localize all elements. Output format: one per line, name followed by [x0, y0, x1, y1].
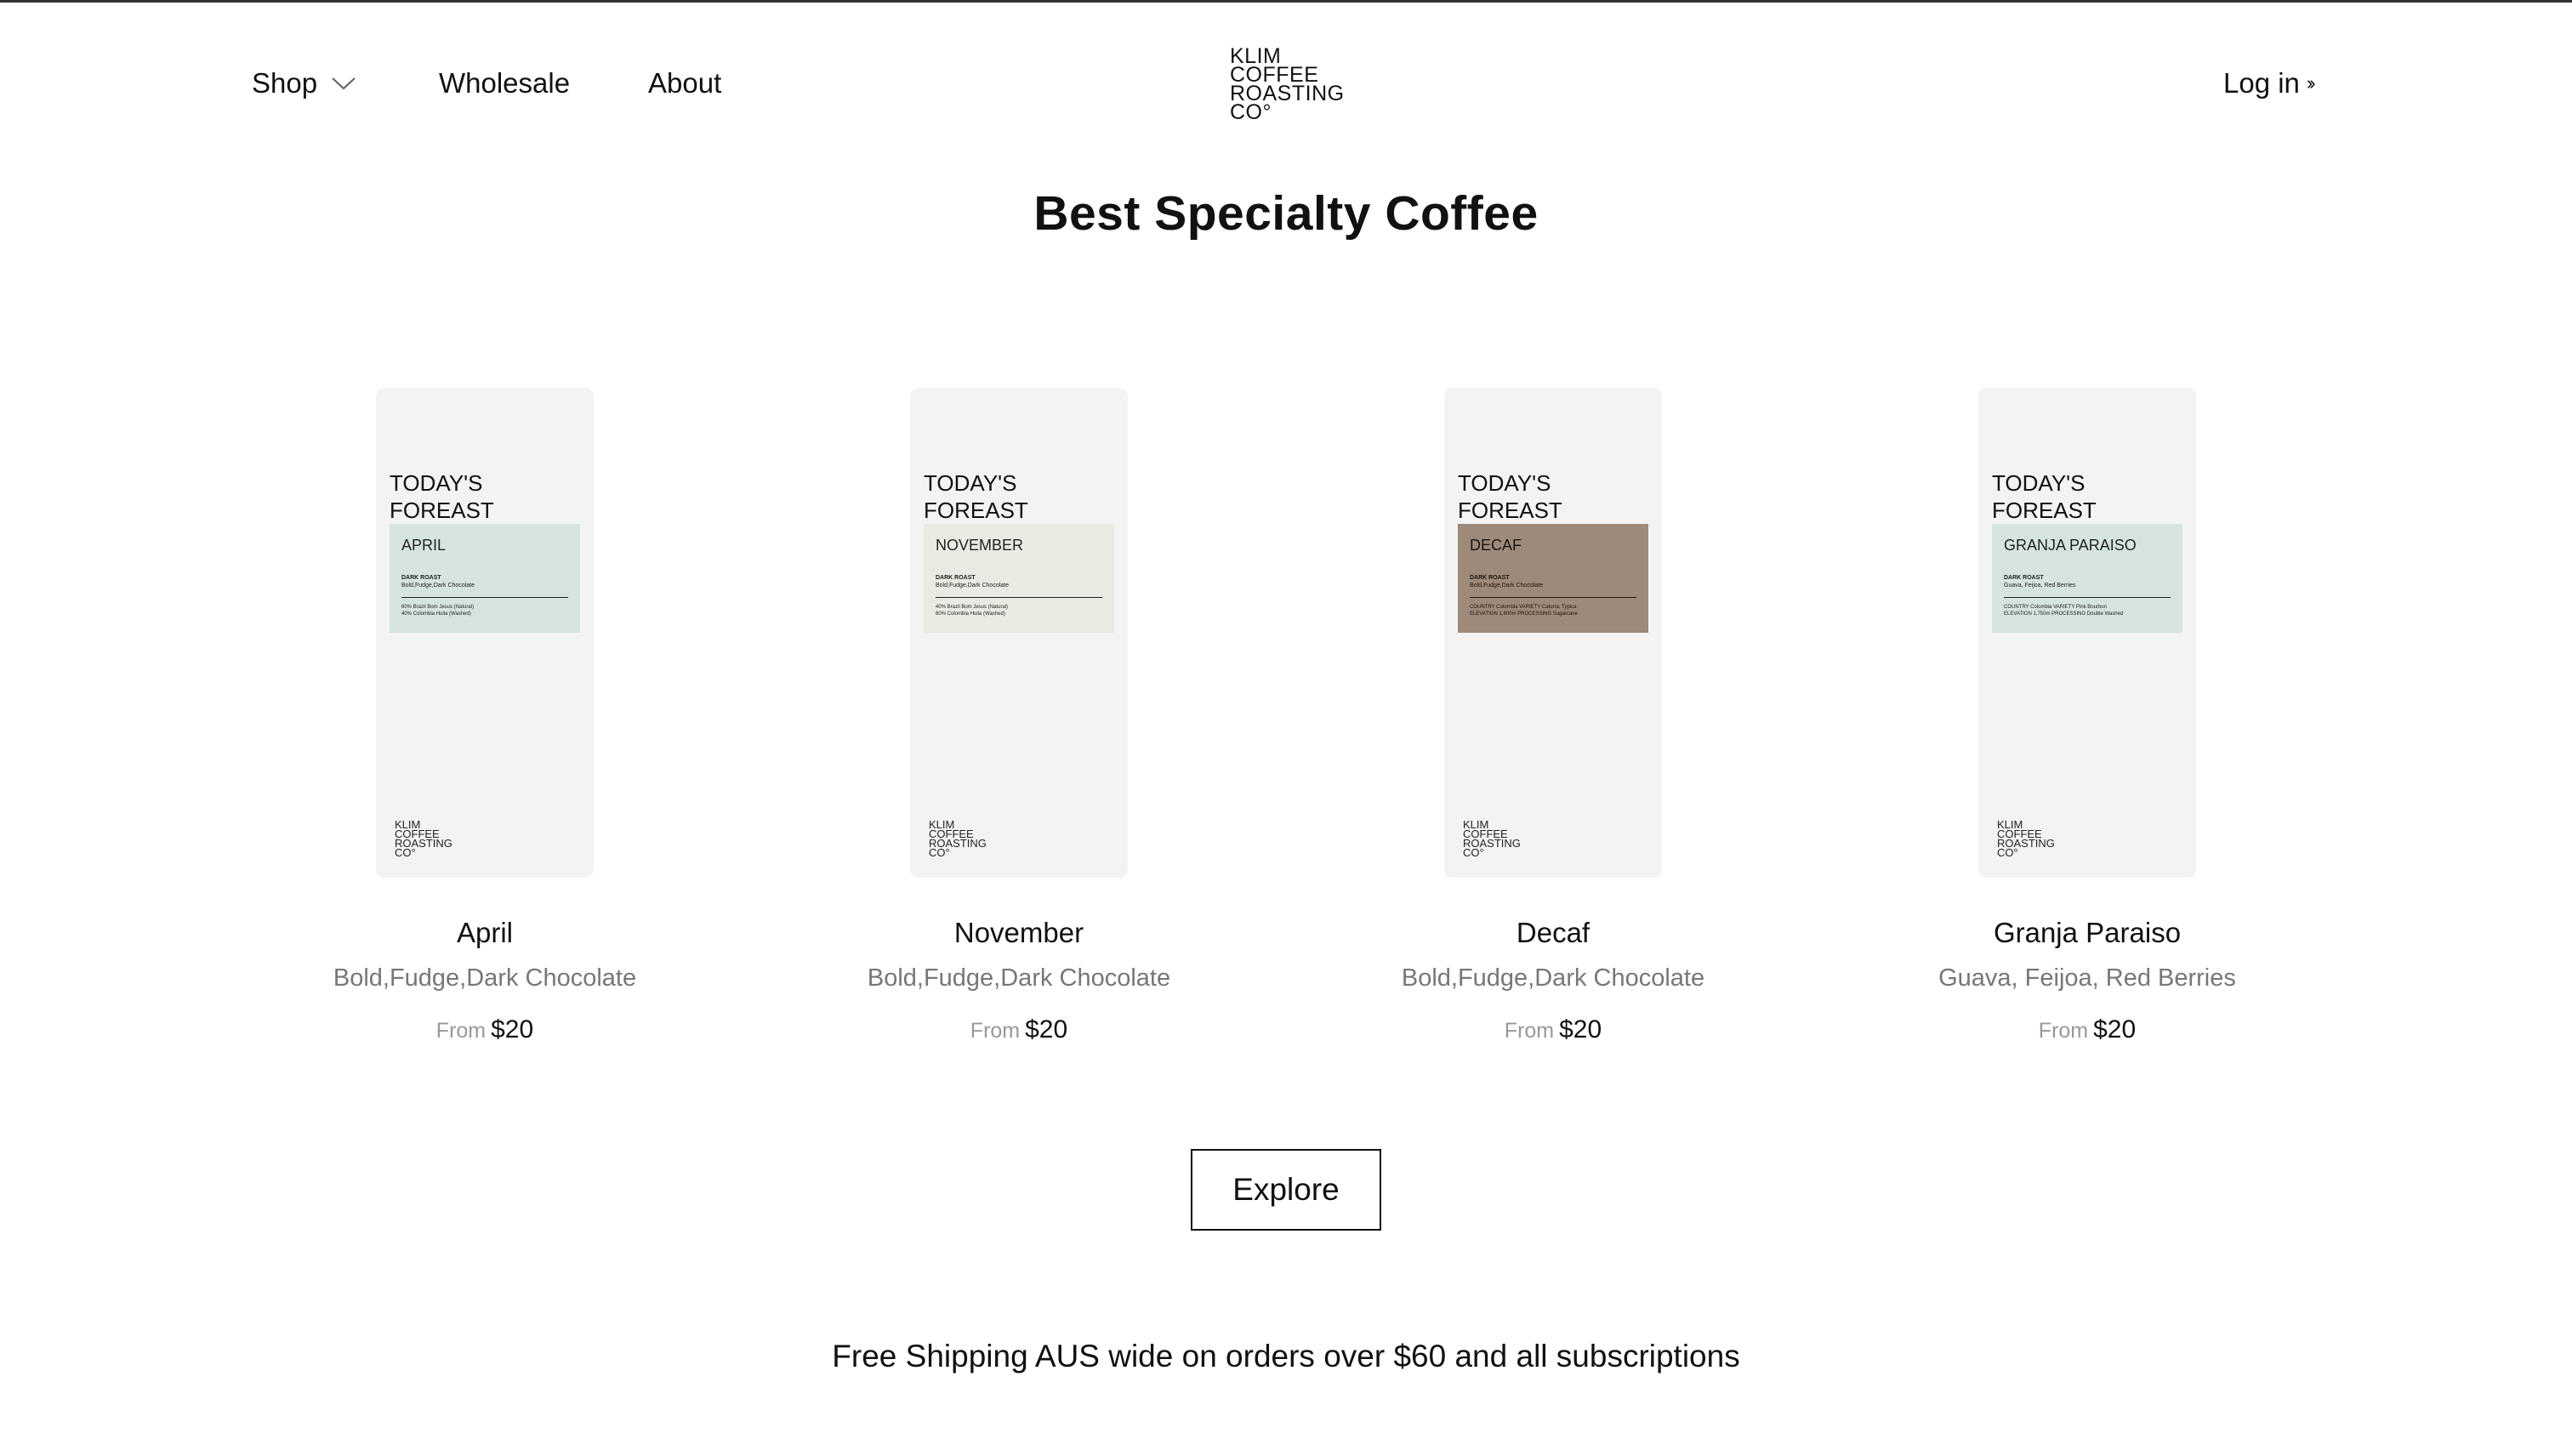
pack-logo: KLIM COFFEE ROASTING CO° [929, 819, 987, 858]
pack-logo: KLIM COFFEE ROASTING CO° [1997, 819, 2055, 858]
pack-heading: TODAY'S FOREAST [1992, 469, 2097, 524]
label-divider [936, 597, 1102, 598]
label-row: 40% Colombia Huila (Washed) [401, 611, 471, 617]
explore-button[interactable]: Explore [1191, 1149, 1381, 1231]
double-chevron-right-icon: ›› [2306, 72, 2315, 94]
product-price: From $20 [1286, 1015, 1820, 1044]
pack-heading-line: TODAY'S [1458, 470, 1551, 496]
pack-logo: KLIM COFFEE ROASTING CO° [395, 819, 452, 858]
product-image[interactable]: TODAY'S FOREAST GRANJA PARAISO DARK ROAS… [1978, 388, 2196, 878]
product-name[interactable]: November [752, 917, 1286, 949]
shipping-banner: Free Shipping AUS wide on orders over $6… [832, 1339, 1740, 1374]
product-price: From $20 [1820, 1015, 2354, 1044]
label-notes: Bold,Fudge,Dark Chocolate [936, 583, 1009, 589]
pack-label: GRANJA PARAISO DARK ROAST Guava, Feijoa,… [1992, 524, 2182, 633]
label-name: NOVEMBER [936, 537, 1024, 554]
price-prefix: From [2038, 1019, 2089, 1043]
price-prefix: From [435, 1019, 487, 1043]
label-row: COUNTRY Colombia VARIETY Caturra, Typica [1470, 605, 1577, 610]
label-divider [1470, 597, 1636, 598]
nav-wholesale[interactable]: Wholesale [439, 67, 570, 100]
pack-heading-line: TODAY'S [1992, 470, 2085, 496]
price-prefix: From [970, 1019, 1021, 1043]
label-row: 40% Brazil Bom Jesus (Natural) [936, 605, 1009, 610]
pack-heading-line: FOREAST [390, 498, 494, 523]
label-roast: DARK ROAST [936, 575, 976, 581]
product-notes: Bold,Fudge,Dark Chocolate [867, 964, 1171, 992]
label-divider [2004, 597, 2171, 598]
logo[interactable]: KLIM COFFEE ROASTING CO° [1230, 46, 1345, 124]
product-name[interactable]: Granja Paraiso [1820, 917, 2354, 949]
product-image[interactable]: TODAY'S FOREAST DECAF DARK ROAST Bold,Fu… [1444, 388, 1662, 878]
site-header: Shop Wholesale About KLIM COFFEE ROASTIN… [0, 3, 2572, 164]
price-value: $20 [491, 1015, 534, 1044]
pack-label: NOVEMBER DARK ROAST Bold,Fudge,Dark Choc… [924, 524, 1114, 633]
product-notes: Bold,Fudge,Dark Chocolate [333, 964, 637, 992]
pack-label: APRIL DARK ROAST Bold,Fudge,Dark Chocola… [390, 524, 580, 633]
price-value: $20 [1559, 1015, 1602, 1044]
pack-heading: TODAY'S FOREAST [924, 469, 1028, 524]
product-image[interactable]: TODAY'S FOREAST NOVEMBER DARK ROAST Bold… [910, 388, 1128, 878]
pack-heading-line: FOREAST [1992, 498, 2097, 523]
pack-label: DECAF DARK ROAST Bold,Fudge,Dark Chocola… [1458, 524, 1648, 633]
label-notes: Bold,Fudge,Dark Chocolate [1470, 583, 1543, 589]
chevron-down-icon [332, 77, 356, 90]
page-title: Best Specialty Coffee [1033, 186, 1539, 241]
pack-heading: TODAY'S FOREAST [390, 469, 494, 524]
pack-logo: KLIM COFFEE ROASTING CO° [1463, 819, 1521, 858]
pack-heading-line: FOREAST [1458, 498, 1562, 523]
label-row: 60% Brazil Bom Jesus (Natural) [401, 605, 475, 610]
pack-heading-line: TODAY'S [390, 470, 483, 496]
product-name[interactable]: April [218, 917, 752, 949]
pack-heading: TODAY'S FOREAST [1458, 469, 1562, 524]
label-roast: DARK ROAST [1470, 575, 1510, 581]
product-name[interactable]: Decaf [1286, 917, 1820, 949]
pack-heading-line: FOREAST [924, 498, 1028, 523]
nav-shop[interactable]: Shop [252, 67, 356, 100]
logo-line: CO° [1230, 100, 1272, 124]
label-name: GRANJA PARAISO [2004, 537, 2137, 554]
label-roast: DARK ROAST [401, 575, 441, 581]
label-notes: Guava, Feijoa, Red Berries [2004, 583, 2076, 589]
product-price: From $20 [752, 1015, 1286, 1044]
label-row: ELEVATION 1,750m PROCESSING Double Washe… [2004, 611, 2124, 617]
pack-heading-line: TODAY'S [924, 470, 1017, 496]
label-row: COUNTRY Colombia VARIETY Pink Bourbon [2004, 605, 2107, 610]
product-notes: Bold,Fudge,Dark Chocolate [1401, 964, 1705, 992]
price-value: $20 [1025, 1015, 1068, 1044]
nav-shop-label: Shop [252, 67, 318, 99]
nav-about[interactable]: About [648, 67, 721, 100]
price-value: $20 [2093, 1015, 2137, 1044]
product-price: From $20 [218, 1015, 752, 1044]
label-divider [401, 597, 568, 598]
label-row: 60% Colombia Huila (Washed) [936, 611, 1005, 617]
label-notes: Bold,Fudge,Dark Chocolate [401, 583, 475, 589]
label-name: DECAF [1470, 537, 1522, 554]
price-prefix: From [1504, 1019, 1555, 1043]
login-link[interactable]: Log in ›› [2223, 67, 2315, 100]
label-name: APRIL [401, 537, 447, 554]
product-notes: Guava, Feijoa, Red Berries [1938, 964, 2236, 992]
label-roast: DARK ROAST [2004, 575, 2044, 581]
product-image[interactable]: TODAY'S FOREAST APRIL DARK ROAST Bold,Fu… [376, 388, 594, 878]
login-label: Log in [2223, 67, 2300, 99]
label-row: ELEVATION 1,800m PROCESSING Sugarcane [1470, 611, 1578, 617]
